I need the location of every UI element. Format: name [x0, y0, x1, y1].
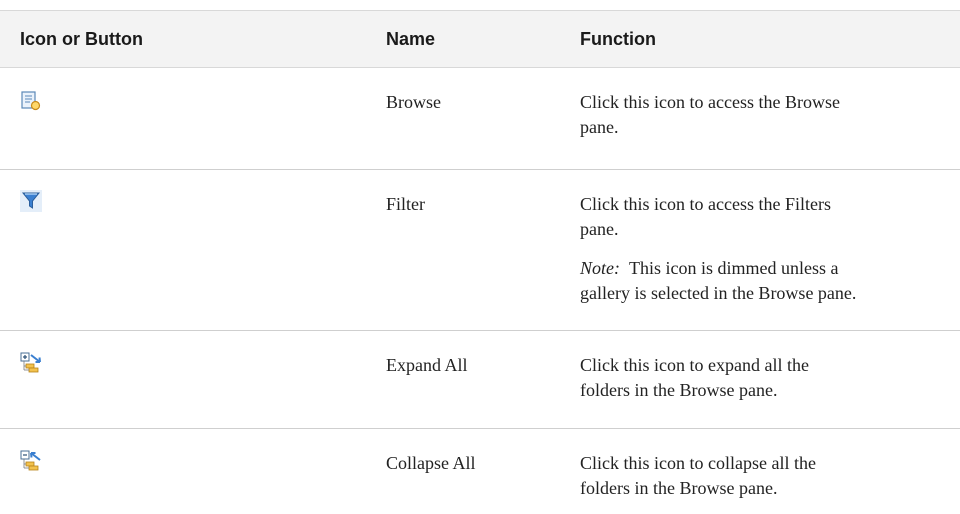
expand-all-icon	[20, 352, 42, 374]
filter-funnel-icon	[20, 190, 42, 212]
row-divider	[0, 330, 960, 331]
header-name: Name	[386, 29, 436, 49]
row-name: Browse	[386, 92, 441, 112]
row-function: Click this icon to access the Filters pa…	[580, 194, 831, 239]
row-note: Note: This icon is dimmed unless a galle…	[580, 258, 857, 303]
row-function: Click this icon to collapse all the fold…	[580, 453, 816, 498]
row-function: Click this icon to expand all the folder…	[580, 355, 809, 400]
row-name: Expand All	[386, 355, 468, 375]
row-divider	[0, 169, 960, 170]
row-divider	[0, 428, 960, 429]
row-function: Click this icon to access the Browse pan…	[580, 92, 840, 137]
browse-pane-icon	[20, 90, 42, 112]
table-header-row: Icon or Button Name Function	[0, 10, 960, 68]
row-name: Collapse All	[386, 453, 476, 473]
note-label: Note:	[580, 258, 620, 278]
header-function: Function	[580, 29, 656, 49]
header-icon-or-button: Icon or Button	[20, 29, 143, 49]
collapse-all-icon	[20, 450, 42, 472]
row-name: Filter	[386, 194, 425, 214]
